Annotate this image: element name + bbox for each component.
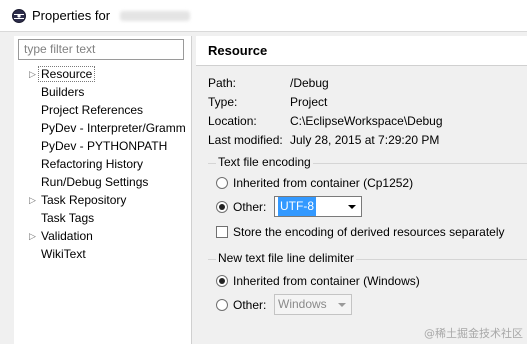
- blurred-project-name: [120, 10, 191, 21]
- tree-item[interactable]: Builders: [14, 83, 192, 101]
- property-page: Resource Path: /Debug Type: Project Locati…: [196, 36, 527, 344]
- path-label: Path:: [208, 76, 237, 90]
- tree-item[interactable]: Task Tags: [14, 209, 192, 227]
- location-label: Location:: [208, 114, 257, 128]
- encoding-value: UTF-8: [278, 197, 316, 216]
- window-title: Properties for: [32, 8, 111, 23]
- page-title: Resource: [196, 36, 527, 66]
- encoding-group: Text file encoding Inherited from contai…: [208, 155, 527, 248]
- chevron-right-icon[interactable]: ▷: [29, 227, 37, 245]
- delimiter-other-label: Other:: [233, 298, 267, 312]
- path-row: Path: /Debug: [208, 76, 329, 90]
- navigation-panel: type filter text ▷ Resource Builders Projec…: [14, 36, 192, 344]
- tree-item-label: Validation: [41, 229, 93, 243]
- tree-item[interactable]: ▷ Task Repository: [14, 191, 192, 209]
- tree-item-label: Builders: [41, 85, 85, 99]
- tree-item[interactable]: WikiText: [14, 245, 192, 263]
- encoding-inherited-label: Inherited from container (Cp1252): [233, 176, 414, 190]
- tree-item-label: Refactoring History: [41, 157, 144, 171]
- location-row: Location: C:\EclipseWorkspace\Debug: [208, 114, 443, 128]
- tree-item-label: Project References: [41, 103, 144, 117]
- tree-item[interactable]: PyDev - Interpreter/Gramm: [14, 119, 192, 137]
- chevron-down-icon[interactable]: [348, 205, 356, 209]
- type-value: Project: [290, 95, 328, 109]
- store-encoding-label: Store the encoding of derived resources …: [233, 225, 505, 239]
- delimiter-combo[interactable]: Windows: [274, 294, 352, 315]
- type-label: Type:: [208, 95, 238, 109]
- tree-item-label: PyDev - Interpreter/Gramm: [41, 121, 186, 135]
- delimiter-group: New text file line delimiter Inherited f…: [208, 251, 527, 329]
- tree-item-label: Resource: [38, 66, 96, 82]
- tree-item-label: PyDev - PYTHONPATH: [41, 139, 168, 153]
- radio-icon: [216, 299, 228, 311]
- tree-item[interactable]: Run/Debug Settings: [14, 173, 192, 191]
- modified-value: July 28, 2015 at 7:29:20 PM: [290, 133, 440, 147]
- modified-label: Last modified:: [208, 133, 283, 147]
- tree-item[interactable]: PyDev - PYTHONPATH: [14, 137, 192, 155]
- checkbox-icon: [216, 226, 228, 238]
- title-bar: Properties for: [0, 0, 527, 32]
- radio-icon: [216, 177, 228, 189]
- tree-item-label: Task Repository: [41, 193, 127, 207]
- delimiter-legend: New text file line delimiter: [216, 251, 357, 265]
- radio-selected-icon: [216, 201, 228, 213]
- delimiter-other-radio[interactable]: Other:: [216, 297, 266, 313]
- tree-item-label: WikiText: [41, 247, 86, 261]
- property-page-tree: ▷ Resource Builders Project References PyDev…: [14, 65, 192, 263]
- chevron-right-icon[interactable]: ▷: [29, 65, 37, 83]
- watermark: @稀土掘金技术社区: [424, 327, 523, 340]
- type-row: Type: Project: [208, 95, 327, 109]
- tree-item-label: Task Tags: [41, 211, 95, 225]
- encoding-legend: Text file encoding: [216, 155, 313, 169]
- delimiter-inherited-label: Inherited from container (Windows): [233, 274, 420, 288]
- encoding-other-label: Other:: [233, 200, 267, 214]
- chevron-right-icon[interactable]: ▷: [29, 191, 37, 209]
- chevron-down-icon[interactable]: [338, 303, 346, 307]
- encoding-other-radio[interactable]: Other:: [216, 199, 266, 215]
- delimiter-value: Windows: [278, 297, 327, 311]
- tree-item[interactable]: Refactoring History: [14, 155, 192, 173]
- path-value: /Debug: [290, 76, 329, 90]
- modified-row: Last modified: July 28, 2015 at 7:29:20 P…: [208, 133, 439, 147]
- delimiter-inherited-radio[interactable]: Inherited from container (Windows): [216, 273, 420, 289]
- location-value: C:\EclipseWorkspace\Debug: [290, 114, 443, 128]
- encoding-combo[interactable]: UTF-8: [274, 196, 362, 217]
- store-encoding-checkbox[interactable]: Store the encoding of derived resources …: [216, 224, 505, 240]
- tree-item-label: Run/Debug Settings: [41, 175, 149, 189]
- tree-item[interactable]: ▷ Resource: [14, 65, 192, 83]
- radio-selected-icon: [216, 275, 228, 287]
- tree-item[interactable]: Project References: [14, 101, 192, 119]
- encoding-inherited-radio[interactable]: Inherited from container (Cp1252): [216, 175, 413, 191]
- filter-input[interactable]: type filter text: [18, 39, 184, 60]
- eclipse-icon: [12, 8, 26, 23]
- tree-item[interactable]: ▷ Validation: [14, 227, 192, 245]
